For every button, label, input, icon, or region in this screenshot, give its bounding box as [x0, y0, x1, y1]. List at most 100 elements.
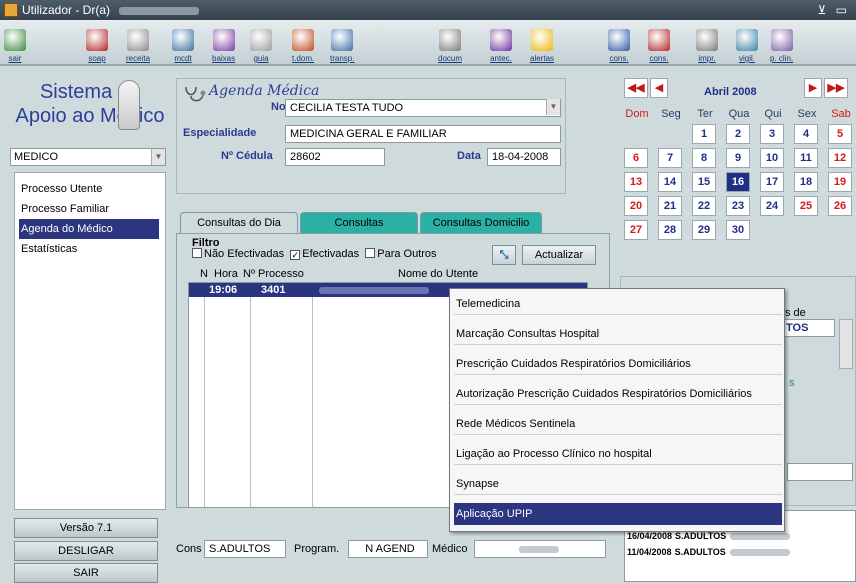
data-field[interactable]: 18-04-2008 — [487, 148, 561, 166]
calendar-day[interactable]: 24 — [760, 196, 784, 216]
col-header-hora: Hora — [214, 268, 238, 280]
program-field[interactable]: N AGEND — [348, 540, 428, 558]
toolbar-button-6[interactable]: t.dom. — [292, 23, 314, 63]
menu-item-3[interactable]: Autorização Prescrição Cuidados Respirat… — [454, 383, 782, 405]
calendar-day[interactable]: 28 — [658, 220, 682, 240]
lab-icon — [172, 29, 194, 51]
cons-label: Cons — [176, 543, 202, 555]
calendar-day[interactable]: 15 — [692, 172, 716, 192]
sidebar-item-0[interactable]: Processo Utente — [15, 179, 165, 199]
prev-month-icon[interactable]: ◀ — [650, 78, 668, 98]
calendar-day[interactable]: 4 — [794, 124, 818, 144]
toolbar-button-14[interactable]: vigil. — [736, 23, 758, 63]
toolbar-button-8[interactable]: docum — [438, 23, 462, 63]
toolbar-button-label: soap — [88, 54, 106, 63]
filter-efectivadas-checkbox[interactable]: ✓ — [290, 250, 301, 260]
sidebar-item-2[interactable]: Agenda do Médico — [19, 219, 159, 239]
toolbar-button-7[interactable]: transp. — [330, 23, 354, 63]
redacted-user-name — [119, 6, 200, 15]
calendar-day[interactable]: 3 — [760, 124, 784, 144]
redacted-patient-name — [319, 287, 429, 294]
cedula-field[interactable]: 28602 — [285, 148, 385, 166]
cons-field[interactable]: S.ADULTOS — [204, 540, 286, 558]
calendar-day[interactable]: 14 — [658, 172, 682, 192]
medico-field[interactable] — [474, 540, 606, 558]
toolbar-button-1[interactable]: soap — [86, 23, 108, 63]
next-month-icon[interactable]: ▶ — [804, 78, 822, 98]
calendar-day[interactable]: 19 — [828, 172, 852, 192]
calendar-day[interactable]: 21 — [658, 196, 682, 216]
next-year-icon[interactable]: ▶▶ — [824, 78, 848, 98]
calendar-day[interactable]: 1 — [692, 124, 716, 144]
right-field-2[interactable] — [787, 463, 853, 481]
calendar-day[interactable]: 13 — [624, 172, 648, 192]
profile-value: MEDICO — [14, 151, 58, 163]
sidebar-item-1[interactable]: Processo Familiar — [15, 199, 165, 219]
exit-button[interactable]: SAIR — [14, 563, 158, 583]
calendar-day[interactable]: 23 — [726, 196, 750, 216]
calendar-day[interactable]: 11 — [794, 148, 818, 168]
filter-para-outros-checkbox[interactable] — [365, 248, 376, 258]
sidebar-item-3[interactable]: Estatísticas — [15, 239, 165, 259]
menu-item-5[interactable]: Ligação ao Processo Clínico no hospital — [454, 443, 782, 465]
menu-item-0[interactable]: Telemedicina — [454, 293, 782, 315]
toolbar-button-5[interactable]: guia — [250, 23, 272, 63]
calendar-day[interactable]: 2 — [726, 124, 750, 144]
menu-item-7[interactable]: Aplicação UPIP — [454, 503, 782, 525]
toolbar-button-15[interactable]: p. clin. — [770, 23, 793, 63]
history-row[interactable]: 11/04/2008 S.ADULTOS — [627, 547, 790, 557]
broom-icon[interactable]: ⤡ — [492, 245, 516, 265]
data-label: Data — [457, 150, 481, 162]
prescription-icon — [127, 29, 149, 51]
calendar-day[interactable]: 20 — [624, 196, 648, 216]
tab-consultas-dia[interactable]: Consultas do Dia — [180, 212, 298, 234]
calendar-day[interactable]: 12 — [828, 148, 852, 168]
chevron-down-icon[interactable]: ▼ — [546, 99, 560, 115]
prev-year-icon[interactable]: ◀◀ — [624, 78, 648, 98]
scrollbar[interactable] — [839, 319, 853, 369]
nome-field[interactable]: CECILIA TESTA TUDO ▼ — [285, 99, 561, 117]
menu-item-4[interactable]: Rede Médicos Sentinela — [454, 413, 782, 435]
toolbar-button-10[interactable]: alertas — [530, 23, 554, 63]
calendar-day[interactable]: 25 — [794, 196, 818, 216]
toolbar-button-9[interactable]: antec. — [490, 23, 512, 63]
weekday-header: Dom — [625, 108, 649, 120]
calendar-day[interactable]: 30 — [726, 220, 750, 240]
window-controls[interactable]: ⊻ ▭ — [818, 0, 850, 20]
calendar-day[interactable]: 26 — [828, 196, 852, 216]
menu-item-6[interactable]: Synapse — [454, 473, 782, 495]
calendar-day[interactable]: 5 — [828, 124, 852, 144]
toolbar-button-12[interactable]: cons. — [648, 23, 670, 63]
toolbar-button-3[interactable]: mcdt — [172, 23, 194, 63]
toolbar-button-11[interactable]: cons. — [608, 23, 630, 63]
calendar-day[interactable]: 18 — [794, 172, 818, 192]
toolbar-button-13[interactable]: impr. — [696, 23, 718, 63]
tab-consultas-urgentes[interactable]: Consultas Urgentes — [300, 212, 418, 249]
calendar-day[interactable]: 16 — [726, 172, 750, 192]
history-row[interactable]: 16/04/2008 S.ADULTOS — [627, 531, 791, 541]
refresh-button[interactable]: Actualizar — [522, 245, 596, 265]
books-icon — [86, 29, 108, 51]
filter-nao-efectivadas-checkbox[interactable] — [192, 248, 202, 258]
calendar-day[interactable]: 22 — [692, 196, 716, 216]
right-field[interactable]: TOS — [781, 319, 835, 337]
calendar-day[interactable]: 29 — [692, 220, 716, 240]
menu-item-2[interactable]: Prescrição Cuidados Respiratórios Domici… — [454, 353, 782, 375]
toolbar-button-0[interactable]: sair — [4, 23, 26, 63]
calendar-day[interactable]: 17 — [760, 172, 784, 192]
calendar-day[interactable]: 10 — [760, 148, 784, 168]
especialidade-field[interactable]: MEDICINA GERAL E FAMILIAR — [285, 125, 561, 143]
tab-consultas-domicilio[interactable]: Consultas Domicilio — [420, 212, 542, 234]
profile-select[interactable]: MEDICO ▼ — [10, 148, 166, 166]
toolbar-button-4[interactable]: baixas — [212, 23, 235, 63]
chevron-down-icon[interactable]: ▼ — [151, 149, 165, 165]
calendar-day[interactable]: 6 — [624, 148, 648, 168]
disconnect-button[interactable]: DESLIGAR — [14, 541, 158, 561]
calendar-day[interactable]: 9 — [726, 148, 750, 168]
calendar-day[interactable]: 27 — [624, 220, 648, 240]
calendar-day[interactable]: 7 — [658, 148, 682, 168]
menu-item-1[interactable]: Marcação Consultas Hospital — [454, 323, 782, 345]
calendar-day[interactable]: 8 — [692, 148, 716, 168]
toolbar-button-2[interactable]: receita — [126, 23, 150, 63]
brand-line-1: Sistema de — [39, 81, 141, 103]
